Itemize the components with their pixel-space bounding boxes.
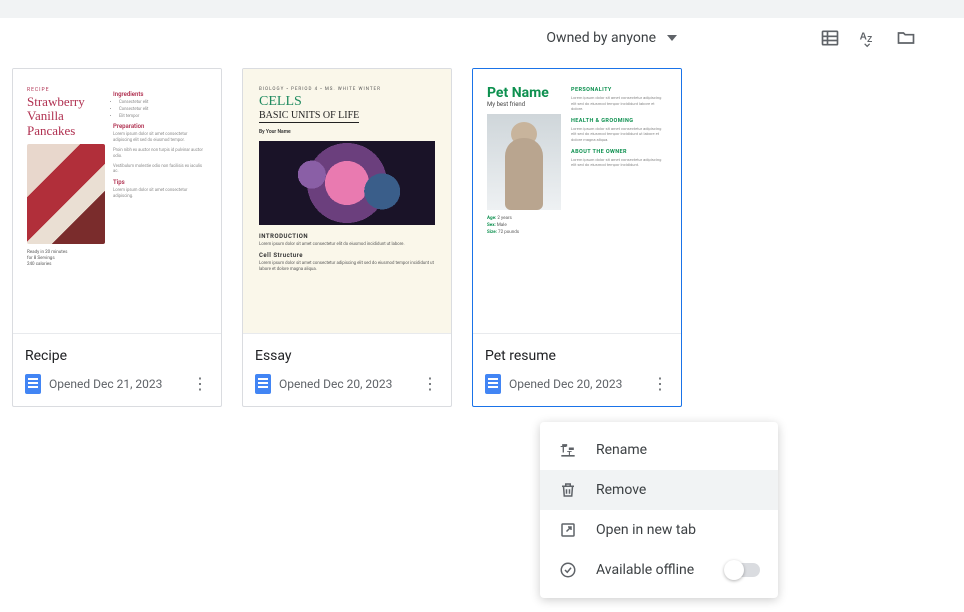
thumb-headline: CELLS	[259, 94, 435, 110]
offline-icon	[558, 560, 578, 580]
more-actions-icon[interactable]: ⋮	[421, 376, 439, 392]
doc-title: Essay	[255, 348, 439, 364]
thumb-section: Tips	[113, 179, 207, 186]
menu-label: Available offline	[596, 562, 694, 578]
thumb-section: Preparation	[113, 123, 207, 130]
svg-text:Z: Z	[867, 34, 872, 44]
owner-filter-dropdown[interactable]: Owned by anyone	[546, 28, 682, 48]
doc-thumbnail: BIOLOGY • PERIOD 4 • MS. WHITE WINTER CE…	[243, 69, 451, 333]
thumb-section: Ingredients	[113, 91, 207, 98]
menu-label: Rename	[596, 442, 647, 458]
thumb-h2: Cell Structure	[259, 252, 435, 259]
menu-label: Open in new tab	[596, 522, 696, 538]
thumb-image	[487, 114, 561, 210]
thumb-headline: Pet Name	[487, 85, 561, 101]
doc-title: Recipe	[25, 348, 209, 364]
doc-opened-date: Opened Dec 20, 2023	[509, 377, 643, 391]
rename-icon: TT	[558, 440, 578, 460]
offline-toggle[interactable]	[726, 563, 760, 577]
menu-item-available-offline[interactable]: Available offline	[540, 550, 778, 590]
doc-meta: Recipe Opened Dec 21, 2023 ⋮	[13, 333, 221, 406]
doc-card-essay[interactable]: BIOLOGY • PERIOD 4 • MS. WHITE WINTER CE…	[242, 68, 452, 407]
doc-thumbnail: Pet Name My best friend Age: 2 years Sex…	[473, 69, 681, 333]
docs-file-icon	[255, 374, 271, 394]
thumb-h: HEALTH & GROOMING	[571, 118, 667, 124]
thumb-meta: BIOLOGY • PERIOD 4 • MS. WHITE WINTER	[259, 87, 435, 92]
doc-opened-date: Opened Dec 21, 2023	[49, 377, 183, 391]
open-new-tab-icon	[558, 520, 578, 540]
folder-icon[interactable]	[896, 28, 916, 48]
sort-az-icon[interactable]: AZ	[858, 28, 878, 48]
docs-file-icon	[25, 374, 41, 394]
thumb-image	[259, 141, 435, 225]
svg-text:T: T	[567, 449, 572, 458]
thumb-h: PERSONALITY	[571, 87, 667, 93]
controls-row: Owned by anyone AZ	[0, 18, 964, 58]
doc-opened-date: Opened Dec 20, 2023	[279, 377, 413, 391]
thumb-subhead: BASIC UNITS OF LIFE	[259, 110, 359, 123]
trash-icon	[558, 480, 578, 500]
doc-card-recipe[interactable]: RECIPE Strawberry Vanilla Pancakes Ready…	[12, 68, 222, 407]
context-menu: TT Rename Remove Open in new tab Availab…	[540, 422, 778, 598]
thumb-subhead: My best friend	[487, 101, 561, 108]
owner-filter-label: Owned by anyone	[546, 30, 656, 46]
svg-text:T: T	[561, 445, 567, 455]
menu-label: Remove	[596, 482, 646, 498]
documents-grid: RECIPE Strawberry Vanilla Pancakes Ready…	[0, 58, 964, 417]
thumb-h1: INTRODUCTION	[259, 233, 435, 240]
more-actions-icon[interactable]: ⋮	[651, 376, 669, 392]
thumb-byline: By Your Name	[259, 129, 435, 135]
more-actions-icon[interactable]: ⋮	[191, 376, 209, 392]
thumb-category: RECIPE	[27, 87, 105, 93]
thumb-headline: Strawberry Vanilla Pancakes	[27, 95, 105, 138]
docs-file-icon	[485, 374, 501, 394]
doc-title: Pet resume	[485, 348, 669, 364]
caret-down-icon	[662, 28, 682, 48]
menu-item-rename[interactable]: TT Rename	[540, 430, 778, 470]
thumb-image	[27, 144, 105, 244]
doc-card-pet-resume[interactable]: Pet Name My best friend Age: 2 years Sex…	[472, 68, 682, 407]
svg-text:A: A	[860, 32, 867, 43]
menu-item-remove[interactable]: Remove	[540, 470, 778, 510]
thumb-h: ABOUT THE OWNER	[571, 149, 667, 155]
header-strip	[0, 0, 964, 18]
list-view-icon[interactable]	[820, 28, 840, 48]
menu-item-open-new-tab[interactable]: Open in new tab	[540, 510, 778, 550]
doc-thumbnail: RECIPE Strawberry Vanilla Pancakes Ready…	[13, 69, 221, 333]
doc-meta: Essay Opened Dec 20, 2023 ⋮	[243, 333, 451, 406]
doc-meta: Pet resume Opened Dec 20, 2023 ⋮	[473, 333, 681, 406]
